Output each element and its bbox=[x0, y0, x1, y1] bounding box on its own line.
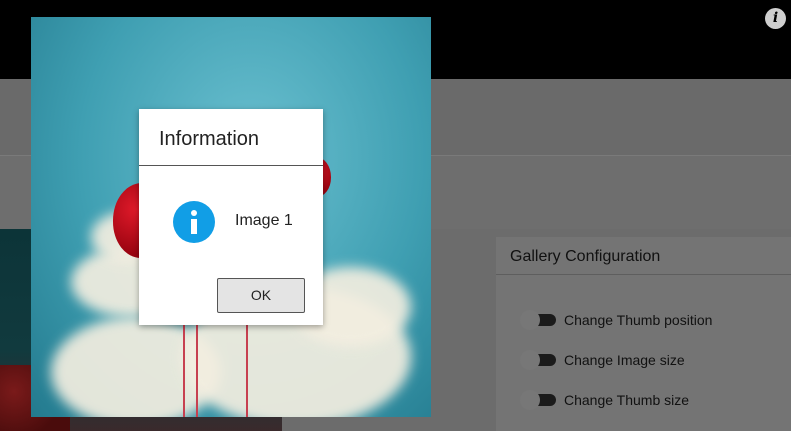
option-change-thumb-size[interactable]: Change Thumb size bbox=[520, 390, 689, 410]
option-change-thumb-position[interactable]: Change Thumb position bbox=[520, 310, 712, 330]
info-icon[interactable]: i bbox=[765, 8, 786, 29]
toggle-switch[interactable] bbox=[520, 310, 556, 330]
config-panel-title: Gallery Configuration bbox=[510, 248, 661, 265]
info-icon bbox=[173, 201, 215, 243]
dialog-message: Image 1 bbox=[235, 212, 293, 229]
information-dialog: Information Image 1 OK bbox=[139, 109, 323, 325]
balloon-string bbox=[196, 317, 198, 417]
toggle-switch[interactable] bbox=[520, 390, 556, 410]
dialog-divider bbox=[139, 165, 323, 166]
balloon-string bbox=[183, 317, 185, 417]
dialog-title: Information bbox=[159, 128, 260, 150]
balloon-string bbox=[246, 317, 248, 417]
option-label: Change Thumb size bbox=[564, 392, 690, 408]
gallery-configuration-panel: Gallery Configuration Change Thumb posit… bbox=[496, 237, 791, 431]
option-label: Change Image size bbox=[564, 352, 685, 368]
toggle-switch[interactable] bbox=[520, 350, 556, 370]
ok-button[interactable]: OK bbox=[217, 278, 305, 313]
config-divider bbox=[496, 274, 791, 275]
option-label: Change Thumb position bbox=[564, 312, 713, 328]
option-change-image-size[interactable]: Change Image size bbox=[520, 350, 685, 370]
